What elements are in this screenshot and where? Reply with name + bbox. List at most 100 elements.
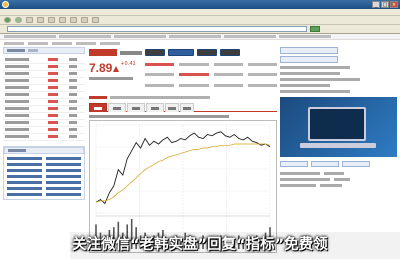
right-action-button[interactable] xyxy=(280,56,338,63)
tab-chart-period[interactable] xyxy=(89,103,107,112)
index-ticker[interactable] xyxy=(279,35,331,38)
info-link[interactable] xyxy=(7,180,42,184)
favorites-star-icon[interactable] xyxy=(70,17,77,23)
table-cell-text xyxy=(5,135,29,138)
tab-chart-period[interactable] xyxy=(180,103,194,112)
fund-row[interactable] xyxy=(280,172,397,175)
add-favorite-button[interactable] xyxy=(145,49,165,56)
tab-chart-period[interactable] xyxy=(127,103,145,112)
table-cell xyxy=(3,63,46,71)
price-change-value: +0.41 xyxy=(120,61,136,67)
index-ticker[interactable] xyxy=(59,35,111,38)
go-button[interactable] xyxy=(310,26,320,32)
site-nav-item[interactable] xyxy=(76,41,96,45)
table-cell xyxy=(3,98,46,106)
table-cell-text xyxy=(68,107,77,110)
fund-row[interactable] xyxy=(280,184,397,187)
info-link[interactable] xyxy=(46,192,81,196)
table-cell-text xyxy=(68,128,77,131)
minimize-button[interactable]: _ xyxy=(372,1,380,8)
ad-link[interactable] xyxy=(342,161,370,167)
table-row[interactable] xyxy=(3,105,85,113)
site-nav-item[interactable] xyxy=(4,41,24,45)
table-row[interactable] xyxy=(3,112,85,120)
site-nav-item[interactable] xyxy=(28,41,48,45)
fund-value xyxy=(320,184,342,187)
panel-tab[interactable] xyxy=(28,49,38,52)
table-row[interactable] xyxy=(3,56,85,64)
table-cell xyxy=(3,119,46,127)
info-link[interactable] xyxy=(7,192,42,196)
site-nav-item[interactable] xyxy=(52,41,72,45)
right-action-button[interactable] xyxy=(280,47,338,54)
table-row[interactable] xyxy=(3,63,85,71)
table-row[interactable] xyxy=(3,98,85,106)
stop-icon[interactable] xyxy=(26,17,33,23)
portfolio-button[interactable] xyxy=(220,49,240,56)
table-row[interactable] xyxy=(3,91,85,99)
refresh-icon[interactable] xyxy=(37,17,44,23)
back-arrow-icon[interactable] xyxy=(4,17,11,23)
info-link[interactable] xyxy=(46,168,81,172)
site-nav-item[interactable] xyxy=(100,41,120,45)
window-controls: _ □ × xyxy=(372,1,398,8)
table-cell-text xyxy=(68,93,77,96)
quote-stat xyxy=(145,83,175,87)
history-icon[interactable] xyxy=(81,17,88,23)
research-report-button[interactable] xyxy=(168,49,194,56)
tab-label xyxy=(94,106,102,110)
stock-code xyxy=(120,50,142,55)
table-row[interactable] xyxy=(3,119,85,127)
info-link[interactable] xyxy=(7,168,42,172)
table-cell-text xyxy=(68,100,77,103)
tab-chart-period[interactable] xyxy=(146,103,164,112)
fund-value xyxy=(324,172,344,175)
advertisement-banner[interactable] xyxy=(280,97,397,157)
table-row[interactable] xyxy=(3,133,85,141)
table-cell-text xyxy=(47,93,58,96)
search-icon[interactable] xyxy=(59,17,66,23)
table-row[interactable] xyxy=(3,77,85,85)
quote-button[interactable] xyxy=(197,49,217,56)
fund-row[interactable] xyxy=(280,178,397,181)
index-ticker[interactable] xyxy=(4,35,56,38)
info-link[interactable] xyxy=(7,162,42,166)
news-ticker[interactable] xyxy=(89,94,277,100)
info-link[interactable] xyxy=(46,156,81,160)
address-input[interactable] xyxy=(7,26,307,32)
stock-name xyxy=(89,49,117,56)
home-icon[interactable] xyxy=(48,17,55,23)
right-info-line xyxy=(280,66,350,69)
table-cell xyxy=(45,91,67,99)
print-icon[interactable] xyxy=(92,17,99,23)
tab-chart-period[interactable] xyxy=(108,103,126,112)
table-cell-text xyxy=(5,72,29,75)
index-ticker[interactable] xyxy=(169,35,221,38)
info-link[interactable] xyxy=(7,156,42,160)
table-row[interactable] xyxy=(3,126,85,134)
info-link[interactable] xyxy=(7,186,42,190)
left-sidebar xyxy=(3,47,85,259)
news-headline[interactable] xyxy=(110,95,210,99)
table-cell xyxy=(45,112,67,120)
index-ticker[interactable] xyxy=(114,35,166,38)
table-cell xyxy=(3,112,46,120)
ad-link[interactable] xyxy=(311,161,339,167)
ad-link[interactable] xyxy=(280,161,308,167)
table-row[interactable] xyxy=(3,70,85,78)
info-link[interactable] xyxy=(46,180,81,184)
table-row[interactable] xyxy=(3,84,85,92)
info-link[interactable] xyxy=(46,162,81,166)
maximize-button[interactable]: □ xyxy=(381,1,389,8)
tab-chart-period[interactable] xyxy=(165,103,179,112)
table-cell-text xyxy=(47,86,58,89)
table-cell xyxy=(66,56,85,64)
forward-arrow-icon[interactable] xyxy=(15,17,22,23)
info-link[interactable] xyxy=(46,186,81,190)
info-link[interactable] xyxy=(46,174,81,178)
info-link[interactable] xyxy=(7,174,42,178)
index-ticker[interactable] xyxy=(224,35,276,38)
ad-links xyxy=(280,161,397,167)
table-cell-text xyxy=(68,72,77,75)
close-button[interactable]: × xyxy=(390,1,398,8)
